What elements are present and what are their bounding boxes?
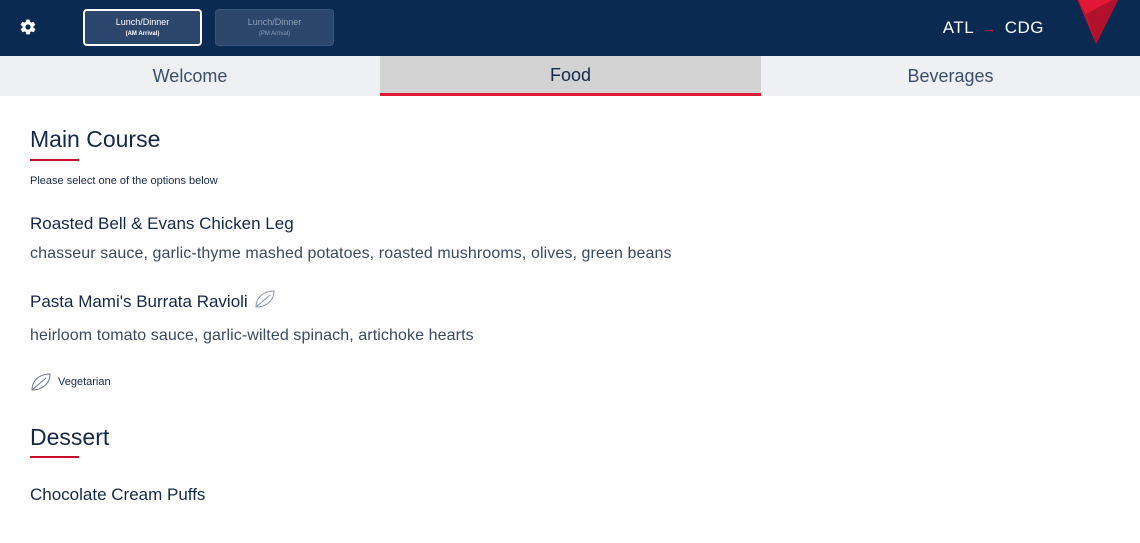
- meal-option-sublabel: (AM Arrival): [125, 31, 160, 37]
- meal-option-am-arrival-button[interactable]: Lunch/Dinner (AM Arrival): [83, 9, 202, 46]
- leaf-icon: [255, 290, 275, 308]
- selection-instruction: Please select one of the options below: [30, 175, 218, 187]
- route-destination: CDG: [1004, 18, 1044, 37]
- flight-route: ATL → CDG: [943, 18, 1044, 38]
- top-bar: Lunch/Dinner (AM Arrival) Lunch/Dinner (…: [0, 0, 1140, 56]
- tab-food[interactable]: Food: [380, 56, 761, 96]
- route-origin: ATL: [942, 18, 975, 37]
- category-tabs: Welcome Food Beverages: [0, 56, 1140, 96]
- dish-name-cream-puffs: Chocolate Cream Puffs: [30, 485, 206, 504]
- airline-logo-icon: [1077, 0, 1118, 44]
- legend-label: Vegetarian: [58, 376, 111, 388]
- meal-option-pm-arrival-button[interactable]: Lunch/Dinner (PM Arrival): [215, 9, 334, 46]
- tab-welcome[interactable]: Welcome: [0, 56, 380, 96]
- dish-description-ravioli: heirloom tomato sauce, garlic-wilted spi…: [30, 327, 474, 344]
- dish-name-chicken: Roasted Bell & Evans Chicken Leg: [30, 214, 294, 233]
- section-divider: [30, 456, 79, 458]
- dessert-title: Dessert: [30, 424, 110, 450]
- tab-beverages[interactable]: Beverages: [761, 56, 1140, 96]
- meal-option-label: Lunch/Dinner: [115, 17, 170, 27]
- leaf-icon: [31, 373, 51, 391]
- gear-icon[interactable]: [19, 18, 37, 36]
- dish-name-ravioli-label: Pasta Mami's Burrata Ravioli: [30, 292, 248, 311]
- section-divider: [30, 159, 79, 161]
- dish-description-chicken: chasseur sauce, garlic-thyme mashed pota…: [30, 245, 672, 262]
- dish-name-ravioli: Pasta Mami's Burrata Ravioli: [30, 290, 276, 312]
- vegetarian-legend: Vegetarian: [30, 372, 111, 392]
- meal-option-label: Lunch/Dinner: [247, 17, 302, 27]
- main-course-title: Main Course: [30, 126, 161, 152]
- meal-option-sublabel: (PM Arrival): [258, 31, 291, 37]
- route-arrow-icon: →: [982, 20, 997, 36]
